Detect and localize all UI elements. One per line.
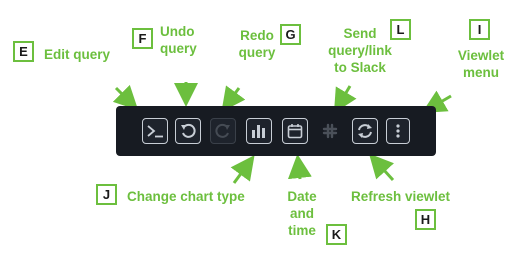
arrow-redo bbox=[221, 85, 246, 112]
label-undo-query: Undo query bbox=[160, 24, 197, 56]
undo-icon bbox=[181, 123, 196, 138]
viewlet-menu-button[interactable] bbox=[386, 118, 410, 144]
bar-chart-icon bbox=[252, 125, 265, 138]
badge-h: H bbox=[415, 209, 436, 230]
kebab-menu-icon bbox=[396, 124, 400, 138]
label-viewlet-menu: Viewlet menu bbox=[457, 48, 505, 80]
arrow-chart-type bbox=[230, 155, 255, 184]
label-send-to-slack: Send query/link to Slack bbox=[328, 26, 392, 75]
refresh-button[interactable] bbox=[352, 118, 378, 144]
edit-query-button[interactable] bbox=[142, 118, 168, 144]
calendar-icon bbox=[287, 124, 303, 139]
badge-i: I bbox=[469, 19, 490, 40]
send-to-slack-button[interactable] bbox=[317, 118, 343, 144]
arrow-edit-query bbox=[112, 84, 139, 111]
badge-j: J bbox=[96, 184, 117, 205]
date-time-button[interactable] bbox=[282, 118, 308, 144]
refresh-icon bbox=[358, 124, 372, 138]
badge-e: E bbox=[13, 41, 34, 62]
arrow-slack bbox=[333, 85, 357, 114]
label-date-and-time: Date and time bbox=[287, 189, 317, 238]
badge-g: G bbox=[280, 24, 301, 45]
label-refresh-viewlet: Refresh viewlet bbox=[351, 189, 451, 204]
undo-button[interactable] bbox=[175, 118, 201, 144]
redo-button[interactable] bbox=[210, 118, 236, 144]
badge-k: K bbox=[326, 224, 347, 245]
slack-icon bbox=[322, 123, 338, 139]
label-redo-query: Redo query bbox=[238, 28, 276, 60]
arrow-date-time bbox=[287, 154, 312, 180]
badge-f: F bbox=[132, 28, 153, 49]
chart-type-button[interactable] bbox=[246, 118, 272, 144]
label-edit-query: Edit query bbox=[44, 47, 111, 62]
terminal-icon bbox=[147, 125, 163, 138]
label-change-chart-type: Change chart type bbox=[127, 189, 245, 204]
arrow-refresh bbox=[368, 153, 395, 182]
redo-icon bbox=[215, 123, 230, 138]
